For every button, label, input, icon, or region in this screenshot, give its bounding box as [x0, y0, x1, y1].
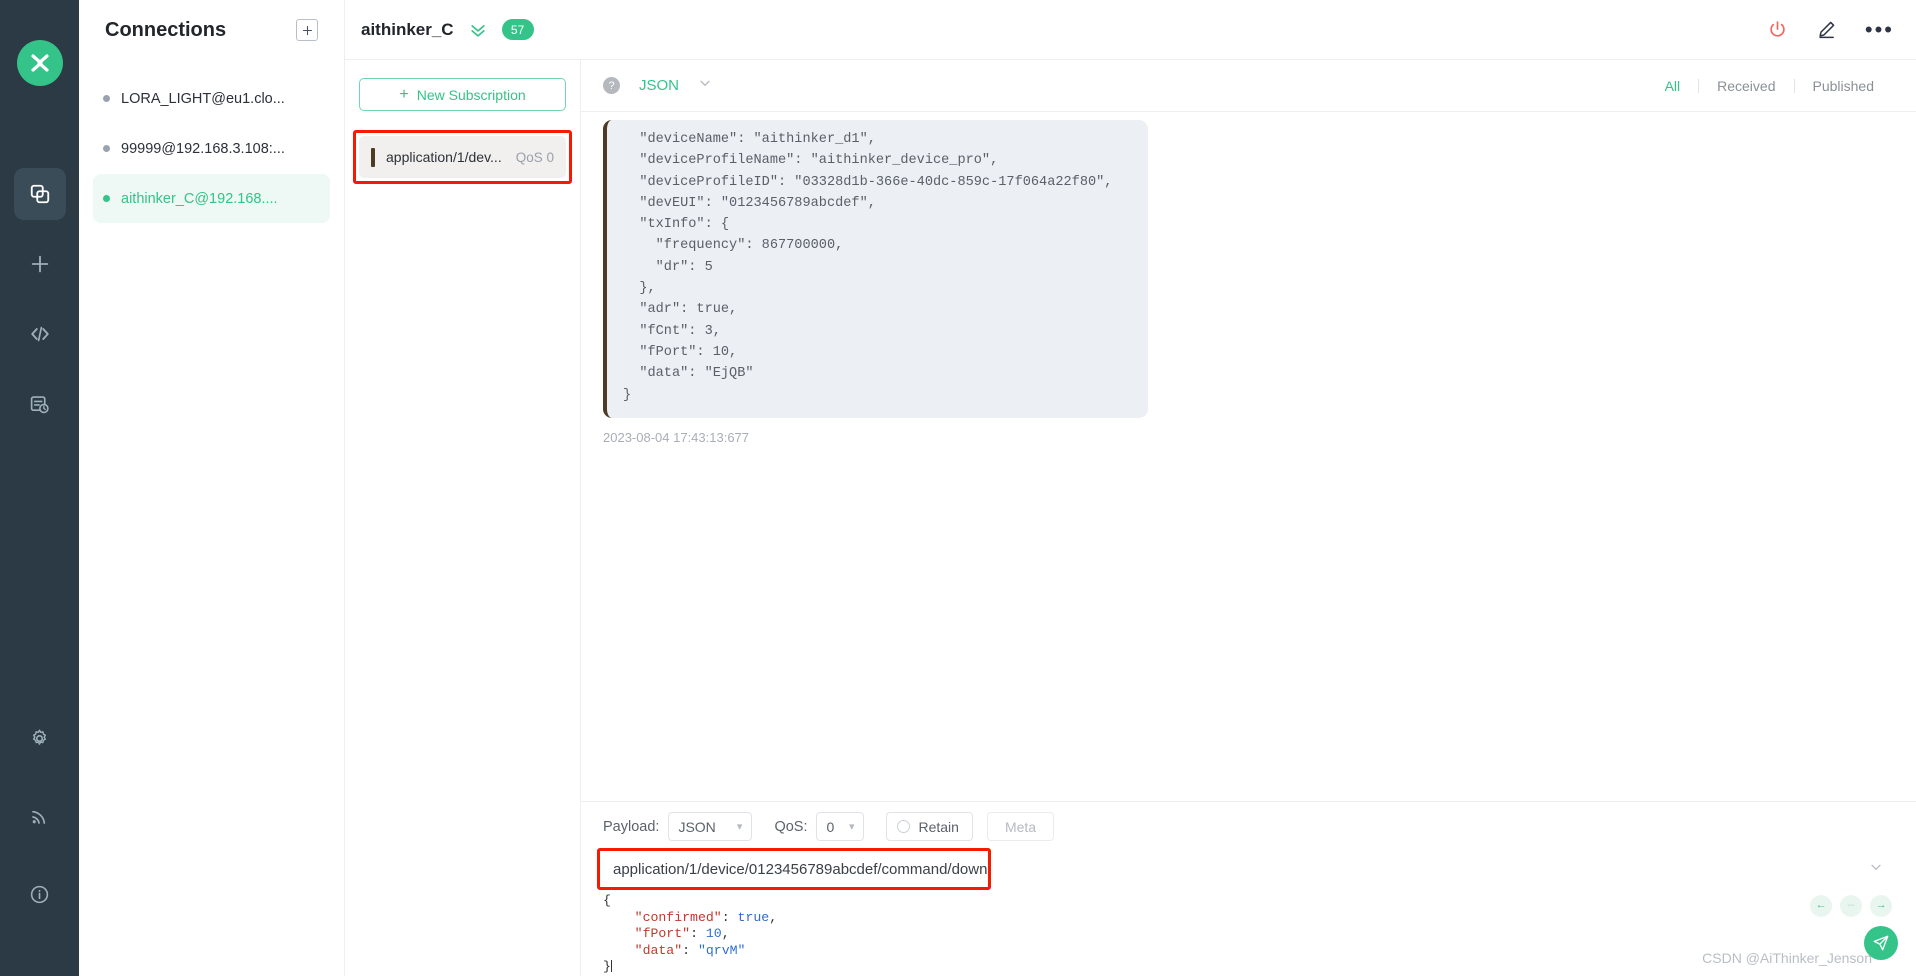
messages-toolbar: ? JSON All Received Published [581, 60, 1916, 112]
arrow-left-icon[interactable]: ← [1810, 895, 1832, 918]
copy-stack-icon [30, 184, 49, 204]
disconnect-button[interactable] [1767, 19, 1788, 40]
message-timestamp: 2023-08-04 17:43:13:677 [603, 429, 750, 445]
connections-header: Connections [93, 0, 330, 60]
message-bubble: "deviceName": "aithinker_d1", "devicePro… [603, 120, 1148, 418]
send-plane-icon [1873, 935, 1889, 951]
editor-line: } [603, 959, 612, 975]
retain-toggle[interactable]: Retain [886, 812, 973, 842]
left-icon-rail [0, 0, 79, 976]
subscription-item[interactable]: application/1/dev... QoS 0 [359, 136, 566, 178]
payload-format-select[interactable]: JSON ▾ [668, 812, 753, 842]
qos-selected: 0 [826, 818, 835, 835]
rail-primary-icons [13, 168, 66, 448]
editor-line: "confirmed": true, [634, 909, 778, 925]
message-list[interactable]: "deviceName": "aithinker_d1", "devicePro… [581, 112, 1916, 801]
rail-item-scripts[interactable] [14, 308, 66, 360]
subscriptions-panel: + New Subscription application/1/dev... … [345, 60, 581, 976]
connections-panel: Connections LORA_LIGHT@eu1.clo... 99999@… [79, 0, 345, 976]
send-button[interactable] [1864, 926, 1898, 960]
qos-label: QoS: [774, 818, 808, 835]
rail-item-settings[interactable] [14, 712, 66, 764]
plus-icon [31, 255, 48, 273]
code-brackets-icon [30, 326, 49, 342]
gear-icon [32, 729, 47, 745]
status-badge: 57 [501, 19, 534, 40]
editor-nav-buttons: ← — → [1810, 895, 1892, 918]
subscription-color-bar [371, 147, 375, 167]
editor-line: "data": "qrvM" [634, 942, 746, 958]
message-filter-tabs: All Received Published [1647, 78, 1892, 94]
page-title: Connections [105, 18, 227, 41]
minus-icon[interactable]: — [1840, 895, 1862, 918]
status-dot-icon [103, 195, 110, 202]
editor-line: "fPort": 10, [634, 926, 730, 942]
connection-label: 99999@192.168.3.108:... [121, 140, 285, 157]
connection-title: aithinker_C [361, 19, 454, 39]
add-connection-button[interactable] [296, 19, 318, 41]
editor-line: { [603, 893, 611, 909]
list-item[interactable]: 99999@192.168.3.108:... [93, 124, 330, 173]
topic-value: application/1/device/0123456789abcdef/co… [613, 860, 988, 878]
radio-icon [897, 820, 911, 834]
more-dots-icon: ••• [1864, 16, 1894, 42]
chevron-down-icon: ▾ [848, 821, 855, 834]
rail-item-log[interactable] [14, 378, 66, 430]
connection-label: LORA_LIGHT@eu1.clo... [121, 90, 285, 107]
chevron-down-icon: ▾ [736, 821, 743, 834]
log-clock-icon [30, 395, 49, 413]
editor-lines: { "confirmed": true, "fPort": 10, "data"… [603, 893, 1894, 976]
signal-icon [32, 810, 46, 824]
retain-label: Retain [918, 818, 959, 835]
status-dot-icon [103, 145, 110, 152]
new-subscription-button[interactable]: + New Subscription [359, 78, 566, 111]
rail-item-broker[interactable] [14, 790, 66, 842]
power-icon [1770, 21, 1785, 37]
subscription-list: application/1/dev... QoS 0 [353, 130, 572, 184]
subscription-qos: QoS 0 [515, 149, 554, 165]
connection-list: LORA_LIGHT@eu1.clo... 99999@192.168.3.10… [93, 74, 330, 223]
double-chevron-down-icon[interactable] [468, 20, 488, 40]
payload-format-value[interactable]: JSON [639, 77, 679, 94]
connection-topbar: aithinker_C 57 ••• [345, 0, 1916, 60]
new-subscription-label: New Subscription [416, 86, 526, 103]
rail-item-connections[interactable] [13, 168, 66, 220]
plus-icon [302, 25, 312, 35]
rail-item-about[interactable] [14, 868, 66, 920]
content-body: + New Subscription application/1/dev... … [345, 60, 1916, 976]
status-dot-icon [103, 95, 110, 102]
plus-icon: + [399, 85, 409, 103]
watermark: CSDN @AiThinker_Jenson [1702, 950, 1872, 966]
payload-format-selected: JSON [678, 818, 716, 835]
list-item[interactable]: LORA_LIGHT@eu1.clo... [93, 74, 330, 123]
rail-bottom-icons [14, 712, 66, 976]
main-area: aithinker_C 57 ••• + New Subscription ap… [345, 0, 1916, 976]
chevron-down-icon[interactable] [697, 75, 713, 96]
app-root: Connections LORA_LIGHT@eu1.clo... 99999@… [0, 0, 1916, 976]
mqttx-logo-icon [16, 40, 63, 86]
tab-received[interactable]: Received [1699, 78, 1793, 94]
edit-connection-button[interactable] [1816, 19, 1837, 40]
meta-button[interactable]: Meta [986, 812, 1055, 842]
payload-label: Payload: [603, 818, 660, 835]
subscription-topic: application/1/dev... [386, 149, 502, 165]
tab-all[interactable]: All [1647, 78, 1699, 94]
arrow-right-icon[interactable]: → [1870, 895, 1892, 918]
publish-toolbar: Payload: JSON ▾ QoS: 0 ▾ Retain Meta [581, 802, 1916, 851]
topic-input[interactable]: application/1/device/0123456789abcdef/co… [603, 851, 1894, 887]
pencil-icon [1819, 21, 1835, 39]
topic-row: application/1/device/0123456789abcdef/co… [581, 848, 1916, 891]
list-item[interactable]: aithinker_C@192.168.... [93, 174, 330, 223]
qos-select[interactable]: 0 ▾ [816, 812, 865, 842]
rail-item-new-connection[interactable] [14, 238, 66, 290]
question-mark-icon[interactable]: ? [603, 77, 620, 94]
connection-label: aithinker_C@192.168.... [121, 190, 278, 207]
tab-published[interactable]: Published [1795, 78, 1893, 94]
info-circle-icon [30, 885, 49, 903]
chevron-down-icon[interactable] [1868, 859, 1884, 879]
more-menu-button[interactable]: ••• [1864, 16, 1894, 42]
messages-area: ? JSON All Received Published "deviceNam… [581, 60, 1916, 976]
publish-panel: Payload: JSON ▾ QoS: 0 ▾ Retain Meta app… [581, 801, 1916, 976]
